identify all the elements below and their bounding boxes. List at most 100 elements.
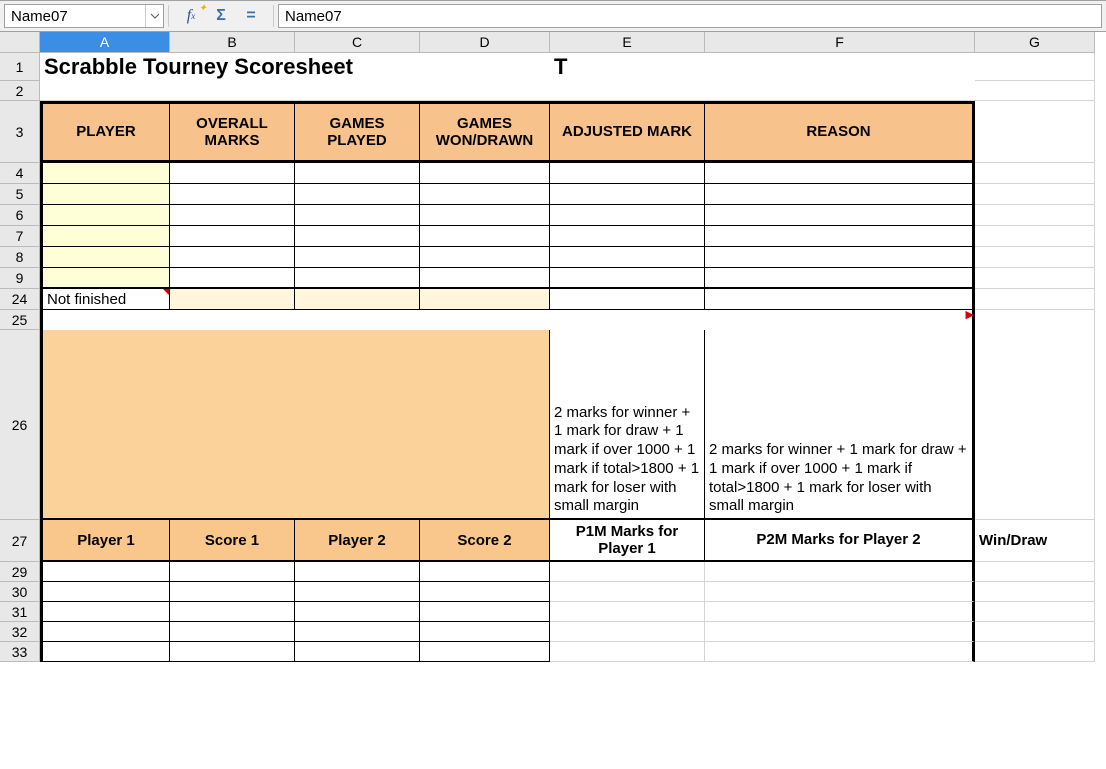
cell-c29[interactable] [295, 562, 420, 582]
cell-e6[interactable] [550, 205, 705, 226]
row-header-32[interactable]: 32 [0, 622, 40, 642]
cell-b4[interactable] [170, 163, 295, 184]
col-header-c[interactable]: C [295, 32, 420, 53]
cell-g2[interactable] [975, 81, 1095, 101]
row-header-5[interactable]: 5 [0, 184, 40, 205]
cell-g29[interactable] [975, 562, 1095, 582]
cell-a7[interactable] [40, 226, 170, 247]
hdr-player[interactable]: PLAYER [40, 101, 170, 163]
cell-d32[interactable] [420, 622, 550, 642]
col-header-g[interactable]: G [975, 32, 1095, 53]
cell-f8[interactable] [705, 247, 975, 268]
cell-b31[interactable] [170, 602, 295, 622]
cell-f2[interactable] [705, 81, 975, 101]
hdr-games-won[interactable]: GAMES WON/DRAWN [420, 101, 550, 163]
cell-f6[interactable] [705, 205, 975, 226]
cell-e1[interactable]: T [550, 53, 705, 81]
cell-f7[interactable] [705, 226, 975, 247]
cell-c25[interactable] [295, 310, 420, 330]
cell-c6[interactable] [295, 205, 420, 226]
cell-e4[interactable] [550, 163, 705, 184]
cell-g24[interactable] [975, 289, 1095, 310]
hdr-score2[interactable]: Score 2 [420, 520, 550, 562]
cell-a24[interactable]: Not finished [40, 289, 170, 310]
spreadsheet-grid[interactable]: A B C D E F G 1 Scrabble Tourney Scoresh… [0, 32, 1106, 662]
cell-b33[interactable] [170, 642, 295, 662]
cell-g26[interactable] [975, 330, 1095, 520]
cell-d2[interactable] [420, 81, 550, 101]
cell-a31[interactable] [40, 602, 170, 622]
cell-d29[interactable] [420, 562, 550, 582]
cell-d7[interactable] [420, 226, 550, 247]
cell-g1[interactable] [975, 53, 1095, 81]
cell-g31[interactable] [975, 602, 1095, 622]
select-all-corner[interactable] [0, 32, 40, 53]
equals-icon[interactable]: = [241, 6, 261, 26]
row-header-33[interactable]: 33 [0, 642, 40, 662]
hdr-player2[interactable]: Player 2 [295, 520, 420, 562]
cell-a6[interactable] [40, 205, 170, 226]
cell-d5[interactable] [420, 184, 550, 205]
cell-b7[interactable] [170, 226, 295, 247]
cell-c5[interactable] [295, 184, 420, 205]
cell-d1[interactable] [420, 53, 550, 81]
name-box[interactable]: Name07 [4, 4, 164, 28]
cell-f25[interactable]: ▶ [705, 310, 975, 330]
cell-b9[interactable] [170, 268, 295, 289]
hdr-adjusted[interactable]: ADJUSTED MARK [550, 101, 705, 163]
cell-c8[interactable] [295, 247, 420, 268]
cell-g8[interactable] [975, 247, 1095, 268]
cell-c9[interactable] [295, 268, 420, 289]
cell-d25[interactable] [420, 310, 550, 330]
cell-f5[interactable] [705, 184, 975, 205]
cell-b2[interactable] [170, 81, 295, 101]
cell-b25[interactable] [170, 310, 295, 330]
row-header-6[interactable]: 6 [0, 205, 40, 226]
cell-f32[interactable] [705, 622, 975, 642]
row-header-25[interactable]: 25 [0, 310, 40, 330]
cell-f29[interactable] [705, 562, 975, 582]
col-header-a[interactable]: A [40, 32, 170, 53]
hdr-score1[interactable]: Score 1 [170, 520, 295, 562]
cell-a8[interactable] [40, 247, 170, 268]
cell-d9[interactable] [420, 268, 550, 289]
cell-d33[interactable] [420, 642, 550, 662]
hdr-win-draw[interactable]: Win/Draw [975, 520, 1095, 562]
cell-e9[interactable] [550, 268, 705, 289]
row-header-8[interactable]: 8 [0, 247, 40, 268]
cell-d31[interactable] [420, 602, 550, 622]
cell-a32[interactable] [40, 622, 170, 642]
cell-g25[interactable] [975, 310, 1095, 330]
sum-icon[interactable]: Σ [211, 6, 231, 26]
row-header-30[interactable]: 30 [0, 582, 40, 602]
cell-b8[interactable] [170, 247, 295, 268]
cell-a5[interactable] [40, 184, 170, 205]
cell-a2[interactable] [40, 81, 170, 101]
cell-c30[interactable] [295, 582, 420, 602]
cell-a33[interactable] [40, 642, 170, 662]
cell-g30[interactable] [975, 582, 1095, 602]
col-header-b[interactable]: B [170, 32, 295, 53]
cell-b6[interactable] [170, 205, 295, 226]
cell-e2[interactable] [550, 81, 705, 101]
cell-d6[interactable] [420, 205, 550, 226]
cell-g3[interactable] [975, 101, 1095, 163]
cell-c4[interactable] [295, 163, 420, 184]
cell-a1-title[interactable]: Scrabble Tourney Scoresheet [40, 53, 170, 81]
cell-f9[interactable] [705, 268, 975, 289]
row-header-29[interactable]: 29 [0, 562, 40, 582]
cell-d8[interactable] [420, 247, 550, 268]
cell-g9[interactable] [975, 268, 1095, 289]
cell-f26[interactable]: 2 marks for winner + 1 mark for draw + 1… [705, 330, 975, 520]
cell-g7[interactable] [975, 226, 1095, 247]
cell-e33[interactable] [550, 642, 705, 662]
cell-f33[interactable] [705, 642, 975, 662]
col-header-f[interactable]: F [705, 32, 975, 53]
row-header-2[interactable]: 2 [0, 81, 40, 101]
row-header-9[interactable]: 9 [0, 268, 40, 289]
cell-e32[interactable] [550, 622, 705, 642]
row-header-26[interactable]: 26 [0, 330, 40, 520]
cell-g6[interactable] [975, 205, 1095, 226]
cell-a9[interactable] [40, 268, 170, 289]
cell-c2[interactable] [295, 81, 420, 101]
